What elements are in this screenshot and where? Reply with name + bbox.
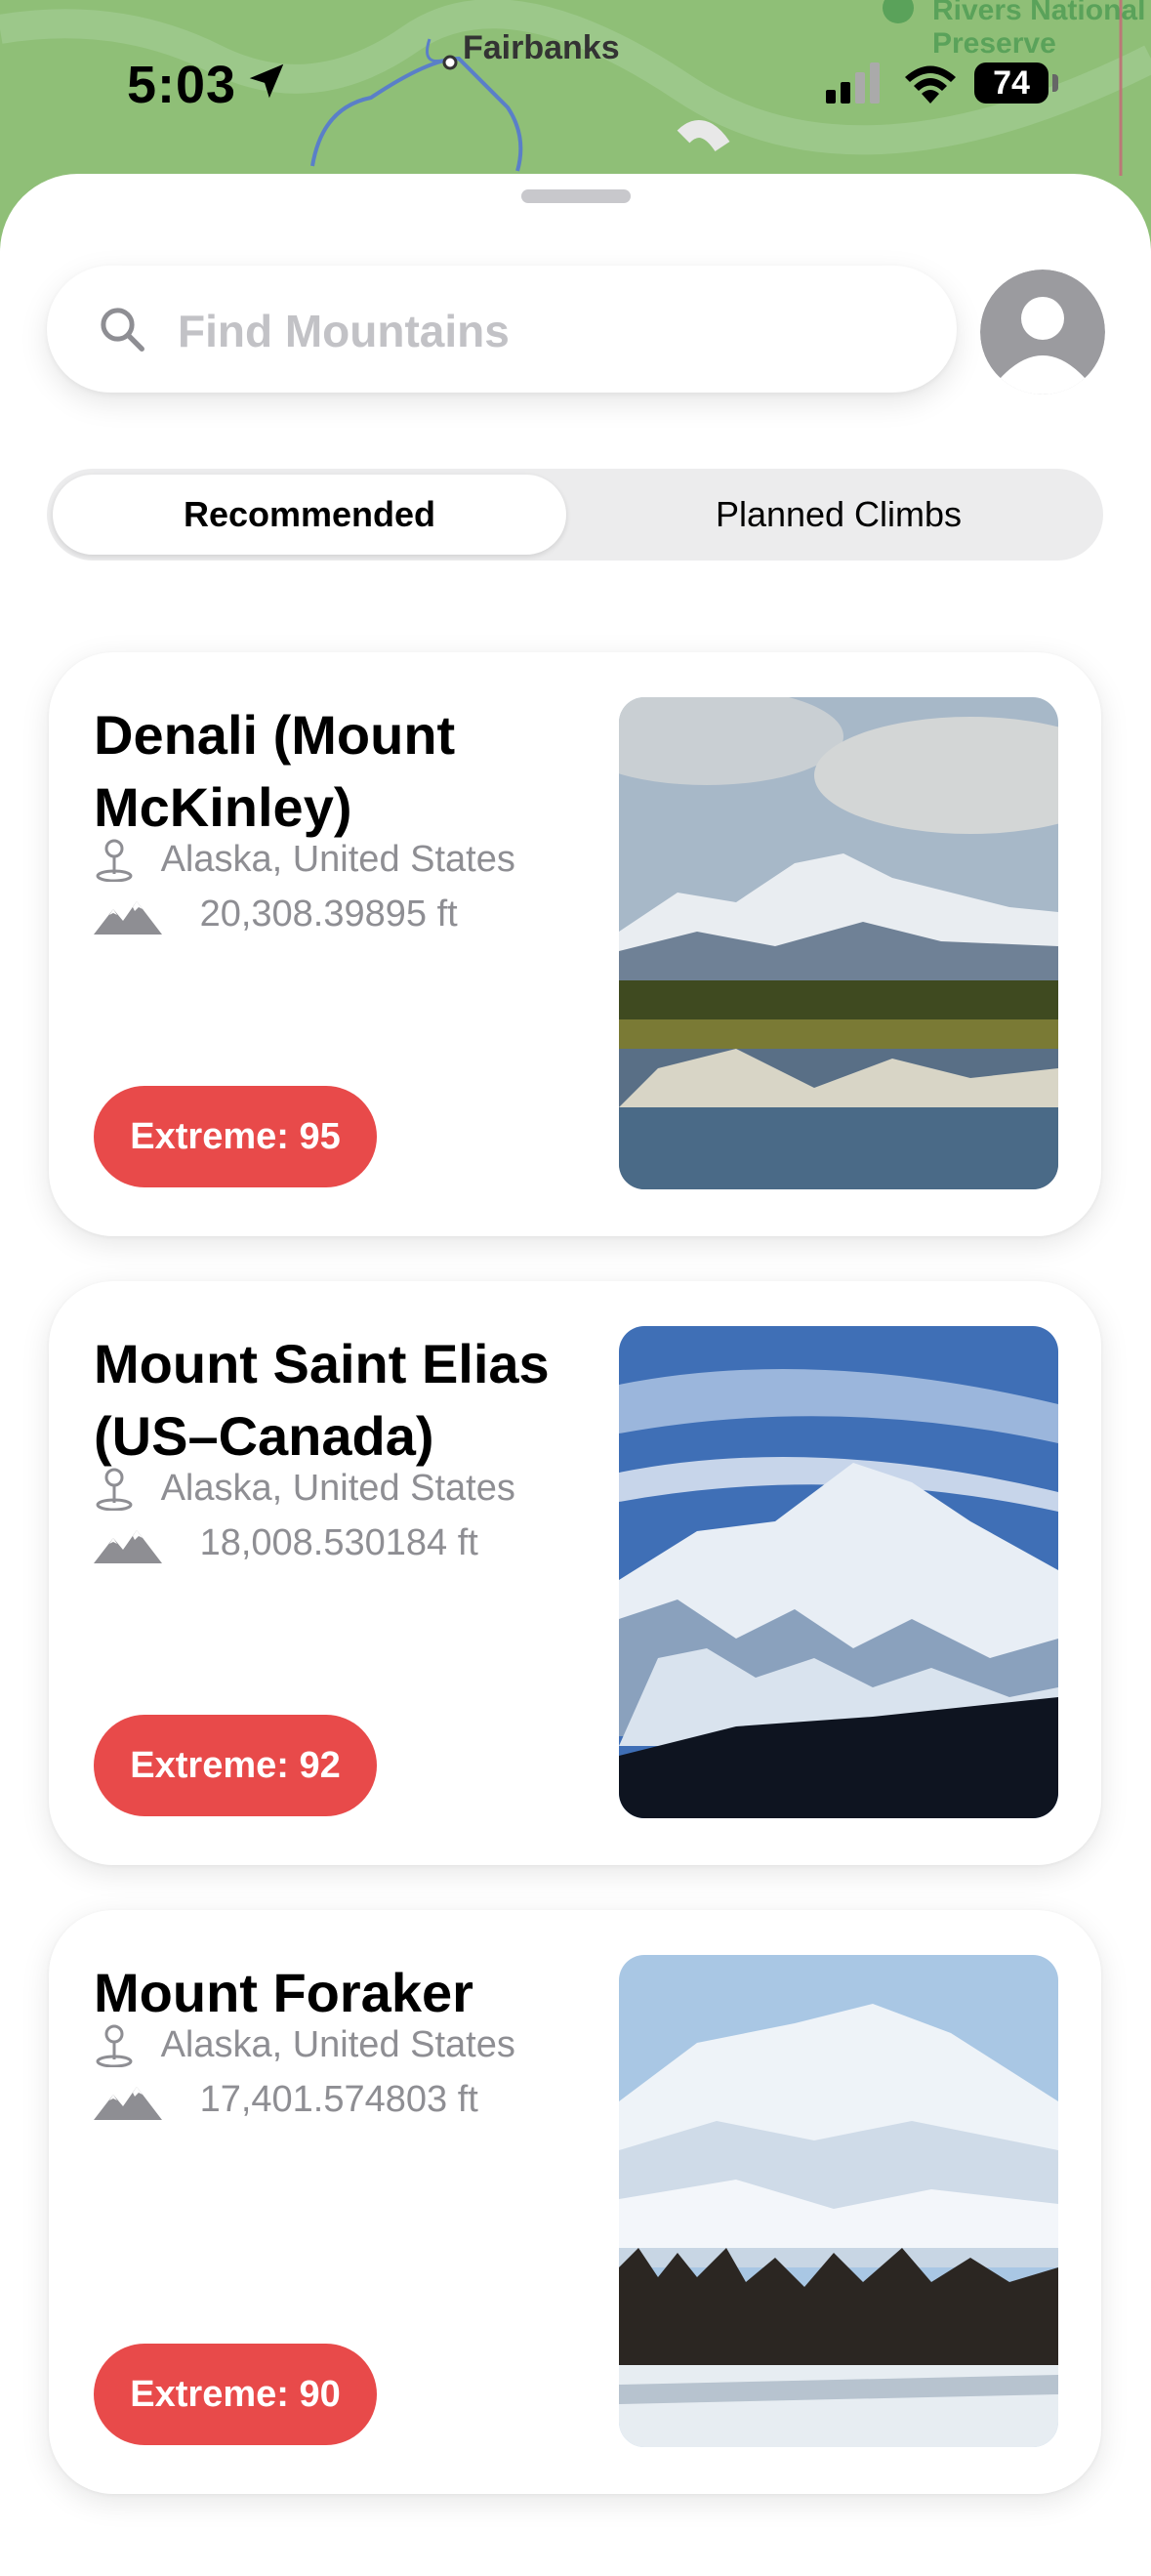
signal-icon (826, 62, 880, 104)
mountains-icon (94, 1529, 162, 1563)
location-arrow-icon (249, 63, 284, 99)
tab-recommended[interactable]: Recommended (53, 469, 566, 561)
mountain-elevation: 17,401.574803 ft (199, 2079, 478, 2121)
status-time: 5:03 (127, 56, 237, 114)
elevation-row: 18,008.530184 ft (94, 1521, 478, 1564)
mountain-photo (619, 1955, 1058, 2447)
segmented-control: Recommended Planned Climbs (47, 469, 1103, 561)
mountain-photo (619, 697, 1058, 1189)
mountain-card[interactable]: Mount Foraker Alaska, United States 17,4… (49, 1910, 1101, 2494)
mountain-photo (619, 1326, 1058, 1818)
elevation-row: 20,308.39895 ft (94, 893, 458, 935)
pin-icon (96, 1468, 133, 1511)
location-row: Alaska, United States (94, 1467, 515, 1511)
difficulty-badge: Extreme: 90 (94, 2344, 377, 2445)
mountain-name: Mount Foraker (94, 1962, 473, 2023)
location-row: Alaska, United States (94, 838, 515, 882)
difficulty-badge: Extreme: 92 (94, 1715, 377, 1816)
mountain-card[interactable]: Mount Saint Elias (US–Canada) Alaska, Un… (49, 1281, 1101, 1865)
elevation-row: 17,401.574803 ft (94, 2078, 478, 2121)
mountains-icon (94, 900, 162, 935)
mountain-card[interactable]: Denali (Mount McKinley) Alaska, United S… (49, 652, 1101, 1236)
status-bar: 5:03 74 (0, 0, 1151, 171)
pin-icon (96, 839, 133, 882)
wifi-icon (905, 65, 956, 104)
mountain-location: Alaska, United States (160, 839, 515, 881)
mountains-icon (94, 2086, 162, 2120)
profile-avatar[interactable] (980, 270, 1105, 395)
pin-icon (96, 2024, 133, 2067)
difficulty-badge: Extreme: 95 (94, 1086, 377, 1187)
mountain-location: Alaska, United States (160, 1468, 515, 1510)
battery-icon: 74 (974, 62, 1048, 104)
profile-icon (980, 270, 1105, 395)
bottom-sheet: Find Mountains Recommended Planned Climb… (0, 174, 1151, 2576)
mountain-elevation: 20,308.39895 ft (199, 893, 458, 935)
mountain-elevation: 18,008.530184 ft (199, 1522, 478, 1564)
location-row: Alaska, United States (94, 2023, 515, 2067)
mountain-name: Denali (Mount McKinley) (94, 704, 456, 838)
battery-tip (1052, 74, 1058, 92)
mountain-name: Mount Saint Elias (US–Canada) (94, 1333, 550, 1467)
sheet-grabber[interactable] (521, 189, 631, 203)
search-bar[interactable]: Find Mountains (47, 266, 957, 393)
search-input[interactable]: Find Mountains (178, 305, 510, 357)
search-icon (101, 308, 144, 352)
mountain-location: Alaska, United States (160, 2024, 515, 2066)
tab-planned-climbs[interactable]: Planned Climbs (582, 469, 1095, 561)
